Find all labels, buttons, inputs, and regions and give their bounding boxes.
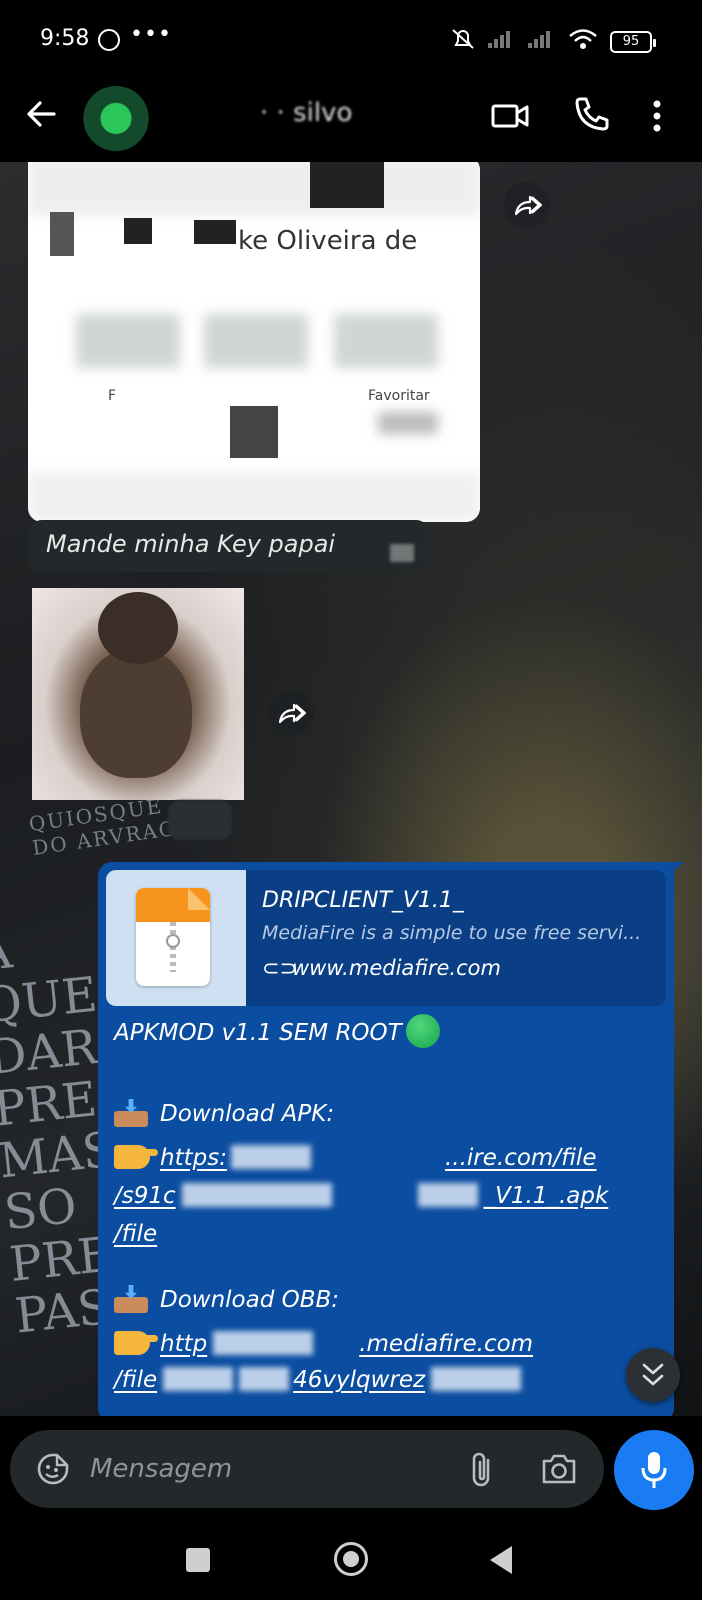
- sticker-time: [168, 800, 232, 840]
- recent-apps-icon[interactable]: [186, 1548, 210, 1572]
- emoji-icon[interactable]: [36, 1452, 70, 1486]
- whatsapp-notification-icon: [98, 29, 120, 51]
- green-circle-emoji: [405, 1014, 440, 1048]
- pointing-hand-emoji: [114, 1145, 158, 1169]
- chat-area[interactable]: QUIOSQUE DO ARVRAO A QUE DAR PRE MAS SO PRES PAS…: [0, 162, 702, 1416]
- message-line: Download APK:: [114, 1098, 334, 1131]
- link-preview-description: MediaFire is a simple to use free servi.…: [262, 922, 642, 944]
- image-blur-region: [28, 162, 480, 216]
- image-blur-button: [334, 314, 438, 368]
- status-time: 9:58: [40, 26, 90, 51]
- text-message[interactable]: Mande minha Key papai: [28, 520, 430, 572]
- battery-icon: 95: [610, 30, 656, 53]
- inbox-tray-emoji: [114, 1285, 148, 1313]
- link-preview-thumbnail: [106, 870, 246, 1006]
- message-input[interactable]: [90, 1450, 450, 1488]
- apk-link-continued[interactable]: /s91c _V1.1_.apk: [114, 1180, 608, 1213]
- image-redaction: [230, 406, 278, 458]
- image-blur-region: [378, 412, 438, 434]
- link-icon: ⊂⊃: [262, 956, 298, 980]
- sticker-message[interactable]: [32, 588, 244, 800]
- image-redaction: [194, 220, 236, 244]
- image-message[interactable]: ke Oliveira de F Favoritar: [28, 162, 480, 522]
- microphone-icon: [641, 1452, 667, 1488]
- obb-link-continued[interactable]: /file 46vylqwrez: [114, 1364, 522, 1397]
- message-input-bar: [0, 1416, 702, 1520]
- signal-icon-2: [528, 30, 556, 53]
- voice-message-button[interactable]: [614, 1430, 694, 1510]
- contact-name[interactable]: · · silvo: [260, 98, 352, 128]
- zip-file-icon: [136, 888, 210, 986]
- apk-link[interactable]: https: ...ire.com/file: [114, 1142, 596, 1175]
- forward-button[interactable]: [504, 182, 550, 228]
- signal-icon-1: [488, 30, 516, 53]
- pointing-hand-emoji: [114, 1331, 158, 1355]
- message-line: APKMOD v1.1 SEM ROOT: [114, 1014, 440, 1050]
- chat-header: · · silvo: [0, 82, 702, 162]
- message-line: Download OBB:: [114, 1284, 339, 1317]
- status-icons: 95: [450, 28, 656, 55]
- video-call-icon[interactable]: [490, 96, 530, 136]
- image-text-favoritar: Favoritar: [368, 388, 430, 404]
- wifi-icon: [568, 28, 598, 55]
- camera-icon[interactable]: [540, 1452, 578, 1486]
- obb-link[interactable]: http .mediafire.com: [114, 1328, 533, 1361]
- message-time: [390, 544, 414, 562]
- image-blur-button: [76, 314, 180, 368]
- image-blur-button: [204, 314, 308, 368]
- more-notifications-icon: •••: [130, 22, 172, 47]
- inbox-tray-emoji: [114, 1099, 148, 1127]
- link-preview-url: ⊂⊃www.mediafire.com: [262, 956, 501, 980]
- image-blur-region: [28, 472, 480, 522]
- image-redaction: [124, 218, 152, 244]
- contact-avatar[interactable]: [80, 86, 152, 158]
- image-text-f: F: [108, 388, 117, 404]
- navigation-bar: [0, 1520, 702, 1600]
- image-text-name: ke Oliveira de: [238, 226, 418, 256]
- forward-button[interactable]: [268, 690, 314, 736]
- apk-link-end[interactable]: /file: [114, 1218, 157, 1251]
- sticker-figure-head: [98, 592, 178, 664]
- message-text: Mande minha Key papai: [46, 530, 336, 558]
- mute-icon: [450, 28, 476, 55]
- link-preview-title: DRIPCLIENT_V1.1_: [262, 888, 464, 913]
- outgoing-link-message[interactable]: DRIPCLIENT_V1.1_ MediaFire is a simple t…: [98, 862, 674, 1416]
- status-bar: 9:58 ••• 95: [0, 0, 702, 82]
- voice-call-icon[interactable]: [572, 94, 612, 134]
- image-redaction: [310, 162, 384, 208]
- image-redaction: [50, 212, 74, 256]
- message-input-container: [10, 1430, 604, 1508]
- home-icon[interactable]: [334, 1542, 368, 1576]
- sticker-figure: [80, 648, 192, 778]
- back-arrow-icon[interactable]: [24, 94, 64, 134]
- wallpaper-decoration: QUIOSQUE DO ARVRAO: [27, 793, 179, 860]
- back-icon[interactable]: [490, 1546, 512, 1574]
- scroll-to-bottom-button[interactable]: [626, 1348, 680, 1402]
- more-options-icon[interactable]: [650, 96, 664, 136]
- attach-icon[interactable]: [466, 1450, 498, 1488]
- link-preview[interactable]: DRIPCLIENT_V1.1_ MediaFire is a simple t…: [106, 870, 666, 1006]
